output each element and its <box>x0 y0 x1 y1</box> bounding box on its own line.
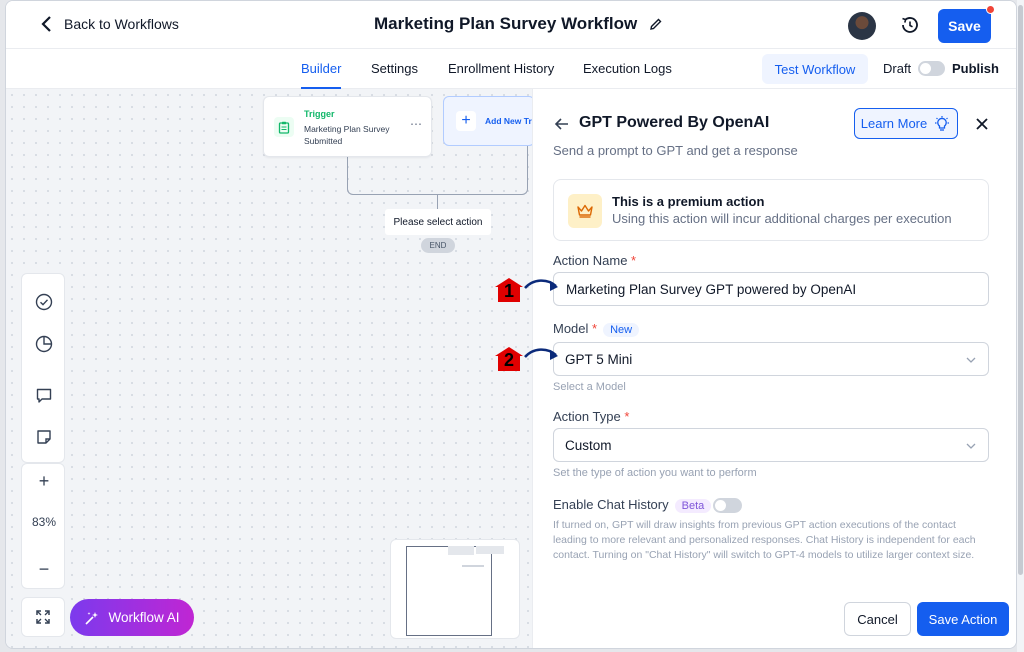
annotation-number: 2 <box>503 350 514 370</box>
minimap-node <box>476 546 504 554</box>
unsaved-indicator-dot <box>986 5 995 14</box>
sticky-note-icon[interactable] <box>34 427 54 447</box>
add-new-trigger-card[interactable]: + Add New Tr <box>443 96 535 146</box>
panel-title: GPT Powered By OpenAI <box>579 114 770 131</box>
chat-history-description: If turned on, GPT will draw insights fro… <box>553 519 976 561</box>
zoom-out-button[interactable]: − <box>22 554 66 584</box>
action-name-input[interactable]: Marketing Plan Survey GPT powered by Ope… <box>553 272 989 306</box>
minimap[interactable] <box>390 539 520 639</box>
check-circle-icon[interactable] <box>34 292 54 312</box>
save-action-button[interactable]: Save Action <box>917 602 1009 636</box>
scrollbar-thumb[interactable] <box>1018 5 1023 575</box>
draft-label: Draft <box>883 61 912 76</box>
app-window: Back to Workflows Marketing Plan Survey … <box>5 0 1017 649</box>
cancel-button[interactable]: Cancel <box>844 602 911 636</box>
lightbulb-icon <box>935 115 950 131</box>
model-label: Model * New <box>553 321 640 337</box>
chat-history-label: Enable Chat History Beta <box>553 497 712 513</box>
plus-icon: + <box>456 111 476 131</box>
save-button-label: Save <box>948 18 981 34</box>
beta-badge: Beta <box>674 498 712 513</box>
premium-notice: This is a premium action Using this acti… <box>553 179 989 241</box>
arrow-left-icon[interactable] <box>553 115 571 133</box>
panel-subtitle: Send a prompt to GPT and get a response <box>553 143 798 158</box>
crown-icon <box>568 194 602 228</box>
back-to-workflows-link[interactable]: Back to Workflows <box>40 15 179 33</box>
model-value: GPT 5 Mini <box>565 351 633 367</box>
workflow-ai-label: Workflow AI <box>108 610 180 625</box>
connector-line-left <box>347 157 443 195</box>
sparkle-wand-icon <box>85 611 99 625</box>
action-type-label: Action Type * <box>553 409 630 424</box>
chevron-down-icon <box>966 357 976 363</box>
close-icon[interactable] <box>974 116 990 132</box>
zoom-level: 83% <box>31 515 57 529</box>
clipboard-icon <box>274 117 294 137</box>
minimap-connector <box>462 565 484 567</box>
premium-description: Using this action will incur additional … <box>612 211 952 226</box>
annotation-marker-2: 2 <box>494 346 524 372</box>
connector-line-down <box>437 195 438 209</box>
minimap-node <box>448 546 474 555</box>
zoom-controls: + 83% − <box>21 463 65 589</box>
select-action-node[interactable]: Please select action <box>385 209 491 235</box>
zoom-in-button[interactable]: + <box>22 466 66 496</box>
trigger-card[interactable]: Trigger Marketing Plan Survey Submitted … <box>263 96 432 157</box>
learn-more-button[interactable]: Learn More <box>854 108 958 139</box>
pie-chart-icon[interactable] <box>34 334 54 354</box>
expand-icon <box>36 610 50 624</box>
user-avatar[interactable] <box>848 12 876 40</box>
action-type-select[interactable]: Custom <box>553 428 989 462</box>
save-button[interactable]: Save <box>938 5 995 43</box>
tabs-bar: Builder Settings Enrollment History Exec… <box>6 49 1016 89</box>
test-workflow-button[interactable]: Test Workflow <box>762 54 868 84</box>
trigger-label: Trigger <box>304 109 335 119</box>
publish-toggle[interactable] <box>918 61 945 76</box>
history-clock-icon[interactable] <box>899 14 921 36</box>
model-select[interactable]: GPT 5 Mini <box>553 342 989 376</box>
trigger-description: Marketing Plan Survey Submitted <box>304 124 390 146</box>
model-help-text: Select a Model <box>553 381 626 393</box>
action-name-value: Marketing Plan Survey GPT powered by Ope… <box>566 281 857 297</box>
publish-label: Publish <box>952 61 999 76</box>
tab-builder[interactable]: Builder <box>301 61 342 89</box>
learn-more-label: Learn More <box>860 116 928 131</box>
tab-enrollment-history[interactable]: Enrollment History <box>448 61 554 76</box>
fit-view-button[interactable] <box>21 597 65 637</box>
edit-pencil-icon[interactable] <box>649 17 663 31</box>
add-trigger-label: Add New Tr <box>485 116 532 126</box>
chevron-left-icon <box>41 16 51 32</box>
comment-icon[interactable] <box>34 386 54 406</box>
top-bar: Back to Workflows Marketing Plan Survey … <box>6 1 1016 49</box>
back-label: Back to Workflows <box>64 16 179 32</box>
chat-history-toggle[interactable] <box>713 498 742 513</box>
action-type-value: Custom <box>565 437 612 453</box>
workflow-title: Marketing Plan Survey Workflow <box>374 14 663 34</box>
canvas-toolbar <box>21 273 65 463</box>
more-options-icon[interactable]: ⋯ <box>410 117 422 131</box>
tab-settings[interactable]: Settings <box>371 61 418 76</box>
annotation-number: 1 <box>503 281 514 301</box>
premium-title: This is a premium action <box>612 194 765 209</box>
connector-line-right <box>437 146 528 195</box>
annotation-marker-1: 1 <box>494 277 524 303</box>
window-scrollbar[interactable] <box>1017 0 1024 652</box>
minimap-viewport <box>406 546 492 636</box>
workflow-canvas[interactable]: Trigger Marketing Plan Survey Submitted … <box>6 89 535 648</box>
action-type-help-text: Set the type of action you want to perfo… <box>553 467 757 479</box>
tab-execution-logs[interactable]: Execution Logs <box>583 61 672 76</box>
action-config-panel: GPT Powered By OpenAI Send a prompt to G… <box>532 89 1016 648</box>
workflow-title-text: Marketing Plan Survey Workflow <box>374 14 638 33</box>
action-name-label: Action Name * <box>553 253 637 268</box>
end-node: END <box>421 238 455 253</box>
workflow-ai-button[interactable]: Workflow AI <box>70 599 194 636</box>
annotation-arrow-2 <box>524 348 558 360</box>
annotation-arrow-1 <box>524 279 558 291</box>
new-badge: New <box>603 322 640 337</box>
chevron-down-icon <box>966 443 976 449</box>
